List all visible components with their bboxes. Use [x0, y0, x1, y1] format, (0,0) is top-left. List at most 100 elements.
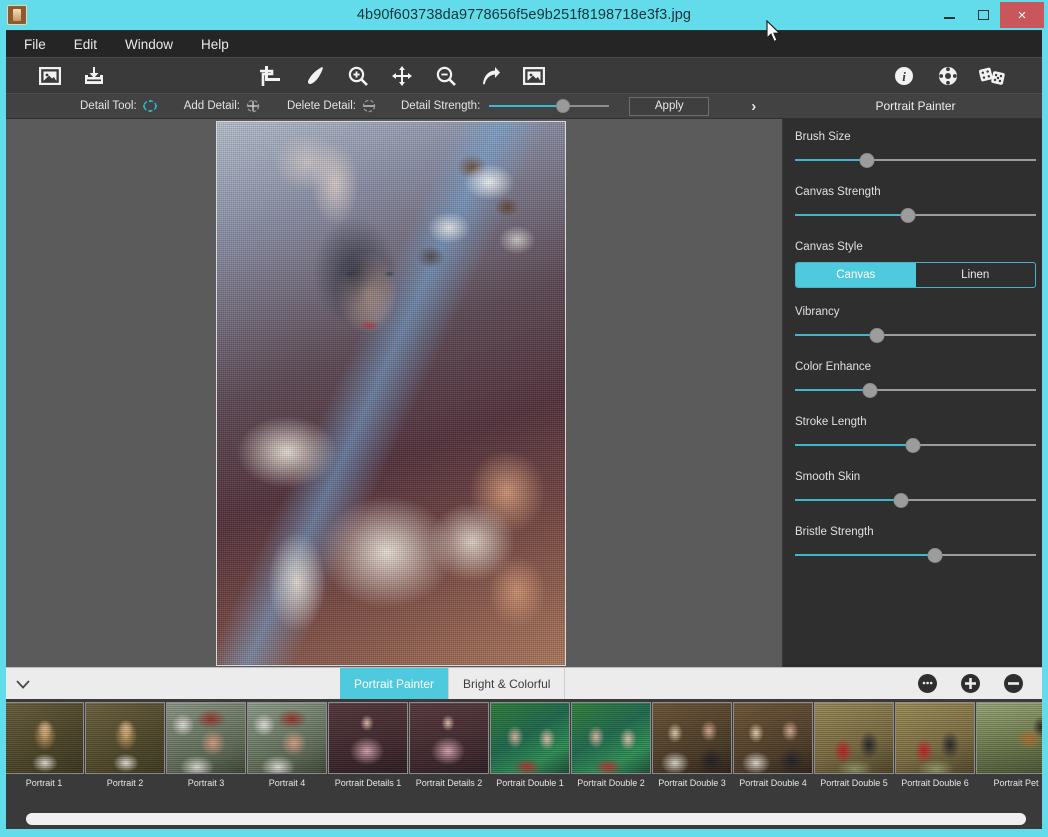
preset-thumbnail-image[interactable]	[733, 702, 813, 774]
slider-handle[interactable]	[927, 548, 943, 563]
preset-thumbnail-image[interactable]	[409, 702, 489, 774]
scrollbar-thumb[interactable]	[26, 813, 1026, 825]
settings-button[interactable]	[926, 59, 970, 93]
canvas-strength-slider[interactable]	[795, 207, 1036, 223]
preset-thumbnail-label: Portrait Pet	[993, 778, 1039, 788]
menu-bar: File Edit Window Help	[0, 30, 1048, 57]
close-button[interactable]: ×	[1000, 2, 1044, 28]
color-enhance-slider[interactable]	[795, 382, 1036, 398]
preset-thumbnail-image[interactable]	[4, 702, 84, 774]
preset-thumbnail-image[interactable]	[490, 702, 570, 774]
random-preset-button[interactable]	[970, 59, 1014, 93]
preset-thumbnail[interactable]: Portrait 1	[4, 702, 84, 788]
maximize-button[interactable]	[966, 2, 1000, 28]
save-image-button[interactable]	[72, 59, 116, 93]
slider-handle[interactable]	[859, 153, 875, 168]
preset-thumbnail[interactable]: Portrait Double 2	[571, 702, 651, 788]
preset-thumbnail[interactable]: Portrait Double 4	[733, 702, 813, 788]
canvas-style-segmented-control[interactable]: Canvas Linen	[795, 262, 1036, 288]
window-left-border	[0, 30, 6, 837]
menu-item-help[interactable]: Help	[187, 34, 243, 55]
redo-button[interactable]	[468, 59, 512, 93]
window-controls: ×	[932, 0, 1048, 30]
next-panel-chevron-icon[interactable]: ›	[751, 98, 756, 115]
chevron-down-icon[interactable]	[0, 676, 46, 692]
tab-portrait-painter[interactable]: Portrait Painter	[340, 667, 450, 700]
brush-button[interactable]	[292, 59, 336, 93]
canvas-style-option-canvas[interactable]: Canvas	[796, 263, 916, 287]
image-canvas-area[interactable]	[0, 119, 783, 667]
slider-handle[interactable]	[869, 328, 885, 343]
add-detail-icon[interactable]	[245, 98, 261, 114]
thumbnail-texture-overlay	[410, 703, 488, 773]
thumbnail-texture-overlay	[329, 703, 407, 773]
preset-thumbnail-strip[interactable]: Portrait 1 Portrait 2 Portrait 3 Portrait 4…	[0, 699, 1048, 809]
preset-thumbnail-image[interactable]	[247, 702, 327, 774]
menu-item-window[interactable]: Window	[111, 34, 187, 55]
minimize-button[interactable]	[932, 2, 966, 28]
canvas-style-option-linen[interactable]: Linen	[916, 263, 1036, 287]
preset-thumbnail-image[interactable]	[166, 702, 246, 774]
compare-image-button[interactable]	[512, 59, 556, 93]
zoom-out-button[interactable]	[424, 59, 468, 93]
dice-icon	[979, 66, 1005, 86]
toolbar-right-group: i	[882, 59, 1014, 93]
menu-item-edit[interactable]: Edit	[60, 34, 111, 55]
settings-icon	[938, 66, 958, 86]
close-icon: ×	[1017, 6, 1027, 24]
main-toolbar: i	[0, 57, 1048, 93]
slider-handle[interactable]	[905, 438, 921, 453]
preset-thumbnail-image[interactable]	[652, 702, 732, 774]
remove-preset-icon[interactable]	[1003, 673, 1024, 694]
preset-thumbnail-image[interactable]	[976, 702, 1048, 774]
crop-icon	[260, 65, 280, 86]
preset-thumbnail[interactable]: Portrait 3	[166, 702, 246, 788]
active-preset-name: Portrait Painter	[875, 99, 956, 113]
preset-thumbnail[interactable]: Portrait Double 3	[652, 702, 732, 788]
stroke-length-slider[interactable]	[795, 437, 1036, 453]
apply-button[interactable]: Apply	[629, 96, 710, 116]
delete-detail-control[interactable]: Delete Detail:	[283, 98, 377, 114]
bristle-strength-slider[interactable]	[795, 547, 1036, 563]
smooth-skin-slider[interactable]	[795, 492, 1036, 508]
tab-bright-and-colorful[interactable]: Bright & Colorful	[449, 667, 566, 700]
pan-move-button[interactable]	[380, 59, 424, 93]
add-preset-icon[interactable]	[960, 673, 981, 694]
preset-thumbnail[interactable]: Portrait Double 5	[814, 702, 894, 788]
preset-thumbnail-label: Portrait Double 6	[901, 778, 969, 788]
add-detail-control[interactable]: Add Detail:	[180, 98, 261, 114]
slider-handle[interactable]	[862, 383, 878, 398]
preset-thumbnail[interactable]: Portrait Pet	[976, 702, 1048, 788]
vibrancy-slider[interactable]	[795, 327, 1036, 343]
open-image-button[interactable]	[28, 59, 72, 93]
preset-thumbnail-image[interactable]	[571, 702, 651, 774]
preset-thumbnail[interactable]: Portrait Double 6	[895, 702, 975, 788]
workspace: Brush Size Canvas Strength Canvas Style	[0, 119, 1048, 667]
preset-thumbnail[interactable]: Portrait 4	[247, 702, 327, 788]
preset-thumbnail[interactable]: Portrait Details 1	[328, 702, 408, 788]
preset-thumbnail-image[interactable]	[814, 702, 894, 774]
delete-detail-icon[interactable]	[361, 98, 377, 114]
preset-thumbnail[interactable]: Portrait 2	[85, 702, 165, 788]
preset-thumbnail[interactable]: Portrait Details 2	[409, 702, 489, 788]
thumbnail-scrollbar[interactable]	[6, 813, 1042, 825]
preset-thumbnail-image[interactable]	[328, 702, 408, 774]
detail-tool-icon[interactable]	[142, 98, 158, 114]
brush-size-slider[interactable]	[795, 152, 1036, 168]
preset-thumbnail-image[interactable]	[895, 702, 975, 774]
zoom-in-button[interactable]	[336, 59, 380, 93]
edited-photo-frame[interactable]	[216, 120, 566, 666]
menu-item-file[interactable]: File	[10, 34, 60, 55]
preset-thumbnail-image[interactable]	[85, 702, 165, 774]
detail-strength-control[interactable]: Detail Strength:	[397, 99, 613, 113]
edit-preset-icon[interactable]	[917, 673, 938, 694]
slider-handle[interactable]	[556, 99, 571, 113]
info-button[interactable]: i	[882, 59, 926, 93]
preset-thumbnail[interactable]: Portrait Double 1	[490, 702, 570, 788]
detail-strength-slider[interactable]	[489, 99, 610, 113]
compare-image-icon	[523, 66, 545, 85]
slider-handle[interactable]	[893, 493, 909, 508]
slider-handle[interactable]	[900, 208, 916, 223]
detail-tool-control[interactable]: Detail Tool:	[76, 98, 158, 114]
crop-button[interactable]	[248, 59, 292, 93]
